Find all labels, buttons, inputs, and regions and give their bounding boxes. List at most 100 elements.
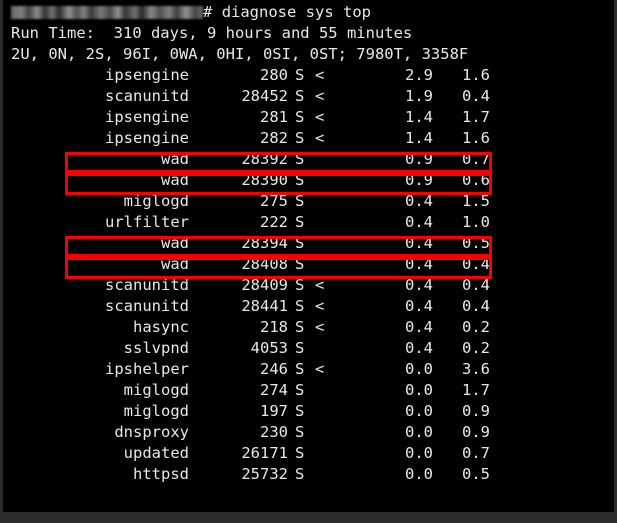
process-memory: 0.5: [462, 234, 490, 252]
process-pid: 282: [260, 129, 288, 147]
process-memory: 0.4: [462, 87, 490, 105]
process-pid: 197: [260, 402, 288, 420]
process-state: S: [295, 171, 305, 189]
process-cpu: 1.4: [405, 108, 433, 126]
process-cpu: 0.4: [405, 318, 433, 336]
process-state: S: [295, 444, 305, 462]
cpu-memory-stats-line: 2U, 0N, 2S, 96I, 0WA, 0HI, 0SI, 0ST; 798…: [11, 45, 469, 63]
process-flag: <: [315, 360, 325, 378]
process-pid: 28441: [241, 297, 288, 315]
process-cpu: 0.4: [405, 213, 433, 231]
process-row: miglogd 275 S 0.4 1.5: [3, 191, 614, 212]
process-pid: 274: [260, 381, 288, 399]
process-pid: 28394: [241, 234, 288, 252]
process-name: wad: [161, 255, 189, 273]
process-name: urlfilter: [105, 213, 189, 231]
process-row: sslvpnd 4053 S 0.4 0.2: [3, 338, 614, 359]
process-name: sslvpnd: [123, 339, 189, 357]
process-state: S: [295, 234, 305, 252]
process-pid: 28408: [241, 255, 288, 273]
process-name: ipshelper: [105, 360, 189, 378]
process-cpu: 0.4: [405, 339, 433, 357]
process-state: S: [295, 192, 305, 210]
process-pid: 218: [260, 318, 288, 336]
process-pid: 230: [260, 423, 288, 441]
process-row: wad 28408 S 0.4 0.4: [3, 254, 614, 275]
process-state: S: [295, 360, 305, 378]
process-row: miglogd 274 S 0.0 1.7: [3, 380, 614, 401]
process-state: S: [295, 108, 305, 126]
process-state: S: [295, 276, 305, 294]
process-memory: 0.7: [462, 150, 490, 168]
process-name: updated: [123, 444, 189, 462]
process-cpu: 1.9: [405, 87, 433, 105]
process-row: ipsengine 282 S <1.4 1.6: [3, 128, 614, 149]
process-pid: 280: [260, 66, 288, 84]
process-state: S: [295, 402, 305, 420]
process-cpu: 0.4: [405, 234, 433, 252]
process-flag: <: [315, 129, 325, 147]
process-cpu: 0.0: [405, 402, 433, 420]
redacted-hostname: [11, 6, 203, 19]
process-row: httpsd 25732 S 0.0 0.5: [3, 464, 614, 485]
process-pid: 246: [260, 360, 288, 378]
process-pid: 222: [260, 213, 288, 231]
terminal-window[interactable]: # diagnose sys top Run Time: 310 days, 9…: [3, 0, 614, 512]
process-name: wad: [161, 150, 189, 168]
process-memory: 0.4: [462, 255, 490, 273]
process-name: scanunitd: [105, 297, 189, 315]
process-memory: 1.6: [462, 129, 490, 147]
process-memory: 0.4: [462, 276, 490, 294]
process-row: urlfilter 222 S 0.4 1.0: [3, 212, 614, 233]
process-row: dnsproxy 230 S 0.0 0.9: [3, 422, 614, 443]
command-prompt-line: # diagnose sys top: [11, 2, 371, 22]
process-flag: <: [315, 297, 325, 315]
process-name: wad: [161, 171, 189, 189]
process-pid: 28452: [241, 87, 288, 105]
process-cpu: 0.4: [405, 297, 433, 315]
process-name: httpsd: [133, 465, 189, 483]
process-flag: <: [315, 276, 325, 294]
process-cpu: 0.0: [405, 360, 433, 378]
process-state: S: [295, 129, 305, 147]
process-state: S: [295, 66, 305, 84]
run-time-line: Run Time: 310 days, 9 hours and 55 minut…: [11, 24, 413, 42]
process-state: S: [295, 465, 305, 483]
process-cpu: 0.4: [405, 192, 433, 210]
process-memory: 0.4: [462, 297, 490, 315]
process-row: hasync 218 S <0.4 0.2: [3, 317, 614, 338]
process-cpu: 2.9: [405, 66, 433, 84]
process-state: S: [295, 297, 305, 315]
process-name: hasync: [133, 318, 189, 336]
command-text: diagnose sys top: [221, 3, 371, 21]
process-name: dnsproxy: [114, 423, 189, 441]
process-state: S: [295, 255, 305, 273]
process-row: scanunitd 28409 S <0.4 0.4: [3, 275, 614, 296]
process-state: S: [295, 423, 305, 441]
process-cpu: 0.0: [405, 465, 433, 483]
process-pid: 28390: [241, 171, 288, 189]
screenshot-root: # diagnose sys top Run Time: 310 days, 9…: [0, 0, 617, 523]
process-flag: <: [315, 318, 325, 336]
process-name: wad: [161, 234, 189, 252]
process-flag: <: [315, 108, 325, 126]
process-pid: 28409: [241, 276, 288, 294]
process-name: ipsengine: [105, 129, 189, 147]
process-memory: 1.6: [462, 66, 490, 84]
process-pid: 25732: [241, 465, 288, 483]
process-cpu: 0.0: [405, 444, 433, 462]
process-state: S: [295, 150, 305, 168]
process-memory: 0.2: [462, 339, 490, 357]
process-pid: 4053: [250, 339, 288, 357]
process-row: wad 28392 S 0.9 0.7: [3, 149, 614, 170]
process-memory: 0.7: [462, 444, 490, 462]
process-cpu: 1.4: [405, 129, 433, 147]
process-state: S: [295, 318, 305, 336]
process-memory: 1.7: [462, 381, 490, 399]
process-state: S: [295, 87, 305, 105]
process-flag: <: [315, 87, 325, 105]
process-cpu: 0.4: [405, 255, 433, 273]
process-row: scanunitd 28441 S <0.4 0.4: [3, 296, 614, 317]
process-row: ipsengine 280 S <2.9 1.6: [3, 65, 614, 86]
process-name: miglogd: [123, 381, 189, 399]
